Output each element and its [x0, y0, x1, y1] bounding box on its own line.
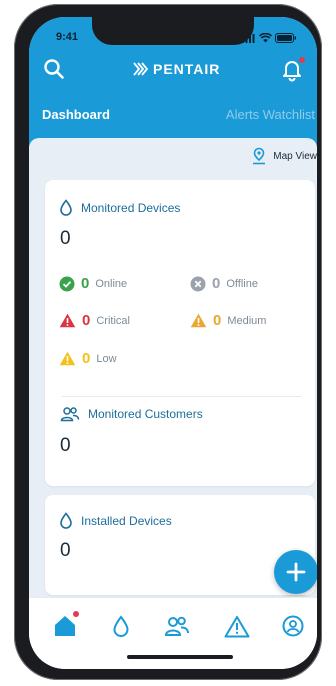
search-icon — [44, 59, 64, 79]
device-notch — [92, 17, 254, 45]
warning-icon — [224, 615, 250, 637]
nav-alerts[interactable] — [223, 612, 251, 640]
water-drop-icon — [113, 615, 129, 637]
brand-name: PENTAIR — [153, 61, 221, 77]
nav-customers[interactable] — [163, 612, 191, 640]
monitored-devices-title: Monitored Devices — [59, 199, 180, 216]
bottom-navigation — [29, 597, 317, 669]
status-icons — [242, 30, 297, 48]
tab-alerts-watchlist[interactable]: Alerts Watchlist — [226, 107, 315, 122]
nav-home[interactable] — [51, 611, 79, 640]
customers-icon — [60, 407, 80, 422]
medium-warning-icon — [190, 313, 207, 328]
tab-dashboard[interactable]: Dashboard — [42, 107, 110, 122]
monitored-devices-count: 0 — [60, 228, 71, 249]
check-circle-icon — [59, 276, 75, 291]
stat-online[interactable]: 0 Online — [59, 275, 127, 292]
installed-devices-title: Installed Devices — [59, 512, 172, 529]
status-time: 9:41 — [56, 31, 79, 43]
search-button[interactable] — [42, 57, 66, 81]
online-label: Online — [95, 277, 128, 290]
home-icon — [55, 616, 75, 636]
monitored-customers-label: Monitored Customers — [88, 407, 203, 421]
stat-medium[interactable]: 0 Medium — [190, 312, 266, 329]
water-drop-icon — [60, 512, 72, 529]
header-tabs: Dashboard Alerts Watchlist — [29, 107, 317, 131]
nav-devices[interactable] — [107, 612, 135, 640]
close-circle-icon — [190, 276, 206, 291]
home-badge — [73, 611, 79, 617]
medium-label: Medium — [227, 314, 267, 327]
customers-icon — [164, 616, 189, 636]
stat-low[interactable]: 0 Low — [59, 350, 117, 367]
low-label: Low — [96, 352, 117, 365]
water-drop-icon — [60, 199, 72, 216]
pentair-logo-icon — [133, 62, 149, 76]
critical-label: Critical — [96, 314, 130, 327]
low-warning-icon — [59, 351, 76, 366]
signal-icon — [242, 30, 256, 48]
home-indicator — [127, 655, 233, 659]
card-divider — [62, 396, 301, 397]
stat-offline[interactable]: 0 Offline — [190, 275, 258, 292]
profile-icon — [282, 615, 304, 637]
battery-icon — [275, 30, 297, 48]
installed-devices-card[interactable]: Installed Devices 0 — [45, 495, 315, 595]
map-view-button[interactable]: Map View — [251, 147, 317, 165]
online-count: 0 — [81, 275, 90, 292]
dashboard-content: Map View Monitored Devices 0 0 Online 0 … — [29, 138, 317, 598]
stat-critical[interactable]: 0 Critical — [59, 312, 130, 329]
notifications-button[interactable] — [279, 57, 305, 83]
notification-badge — [299, 57, 305, 63]
map-view-label: Map View — [273, 150, 317, 162]
brand-logo: PENTAIR — [133, 61, 220, 77]
map-pin-icon — [253, 147, 266, 165]
monitored-customers-count: 0 — [60, 435, 71, 456]
offline-count: 0 — [212, 275, 221, 292]
monitored-customers-title: Monitored Customers — [60, 406, 203, 422]
add-button[interactable] — [274, 550, 317, 594]
app-header: 9:41 PENTAIR Dashboard Alerts Watchlist — [29, 17, 317, 147]
installed-devices-label: Installed Devices — [81, 513, 172, 528]
app-screen: 9:41 PENTAIR Dashboard Alerts Watchlist … — [29, 17, 317, 669]
monitored-devices-card[interactable]: Monitored Devices 0 0 Online 0 Offline 0… — [45, 180, 315, 486]
monitored-devices-label: Monitored Devices — [81, 200, 181, 215]
nav-profile[interactable] — [279, 612, 307, 640]
plus-icon — [286, 562, 306, 582]
low-count: 0 — [82, 350, 91, 367]
critical-count: 0 — [82, 312, 91, 329]
medium-count: 0 — [213, 312, 222, 329]
critical-warning-icon — [59, 313, 76, 328]
wifi-icon — [258, 30, 273, 48]
offline-label: Offline — [226, 277, 258, 290]
installed-devices-count: 0 — [60, 540, 71, 561]
